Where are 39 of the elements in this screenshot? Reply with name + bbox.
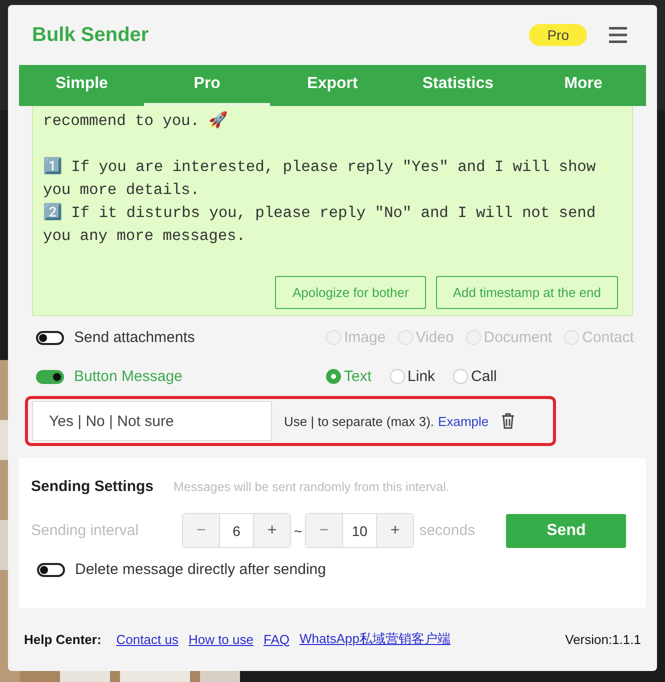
minus-button[interactable]: − — [306, 514, 342, 547]
range-separator: ~ — [294, 522, 302, 538]
toggle-switch[interactable] — [36, 370, 64, 384]
input-field[interactable]: Yes | No | Not sure — [32, 401, 272, 441]
app-title: Bulk Sender — [32, 24, 150, 46]
tab[interactable]: Export — [270, 75, 396, 106]
example-link[interactable]: Example — [438, 414, 489, 428]
toggle-switch[interactable] — [37, 562, 65, 576]
version-text: Version:1.1.1 — [565, 632, 641, 646]
toggle-label: Send attachments — [74, 329, 196, 346]
radio-option[interactable]: Call — [453, 368, 497, 385]
radio-option[interactable]: Text — [326, 368, 372, 385]
template-button[interactable]: Add timestamp at the end — [436, 276, 618, 309]
pro-badge: Pro — [529, 24, 587, 46]
help-link[interactable]: FAQ — [264, 632, 290, 646]
section-note: Messages will be sent randomly from this interval. — [174, 480, 450, 494]
field-label: Sending interval — [31, 522, 140, 539]
tab[interactable]: Statistics — [395, 75, 521, 106]
send-button[interactable]: Send — [506, 514, 626, 548]
unit-label: seconds — [419, 522, 476, 539]
tab[interactable]: Simple — [19, 75, 144, 106]
hint-text: Use | to separate (max 3). — [284, 414, 434, 428]
help-link[interactable]: How to use — [188, 632, 254, 646]
plus-button[interactable]: + — [254, 514, 290, 547]
help-link[interactable]: WhatsApp私域营销客户端 — [300, 630, 450, 648]
menu-icon[interactable] — [609, 27, 627, 43]
trash-icon[interactable] — [500, 413, 515, 429]
tab[interactable]: More — [520, 75, 646, 106]
help-label: Help Center: — [24, 632, 102, 646]
message-text[interactable]: recommend to you. 🚀 1⃣ If you are interested, please reply "Yes" and I will show you more details. 2⃣ If it disturbs you, please reply "No" and I will not send you any more messages. — [43, 110, 624, 276]
plus-button[interactable]: + — [377, 514, 414, 547]
toggle-label: Delete message directly after sending — [75, 561, 326, 578]
toggle-switch[interactable] — [36, 330, 64, 344]
section-title: Sending Settings — [31, 478, 154, 495]
help-link[interactable]: Contact us — [116, 632, 178, 646]
minus-button[interactable]: − — [183, 514, 219, 547]
toggle-label: Button Message — [74, 368, 184, 385]
radio-option[interactable]: Link — [390, 368, 436, 385]
template-button[interactable]: Apologize for bother — [275, 276, 426, 309]
